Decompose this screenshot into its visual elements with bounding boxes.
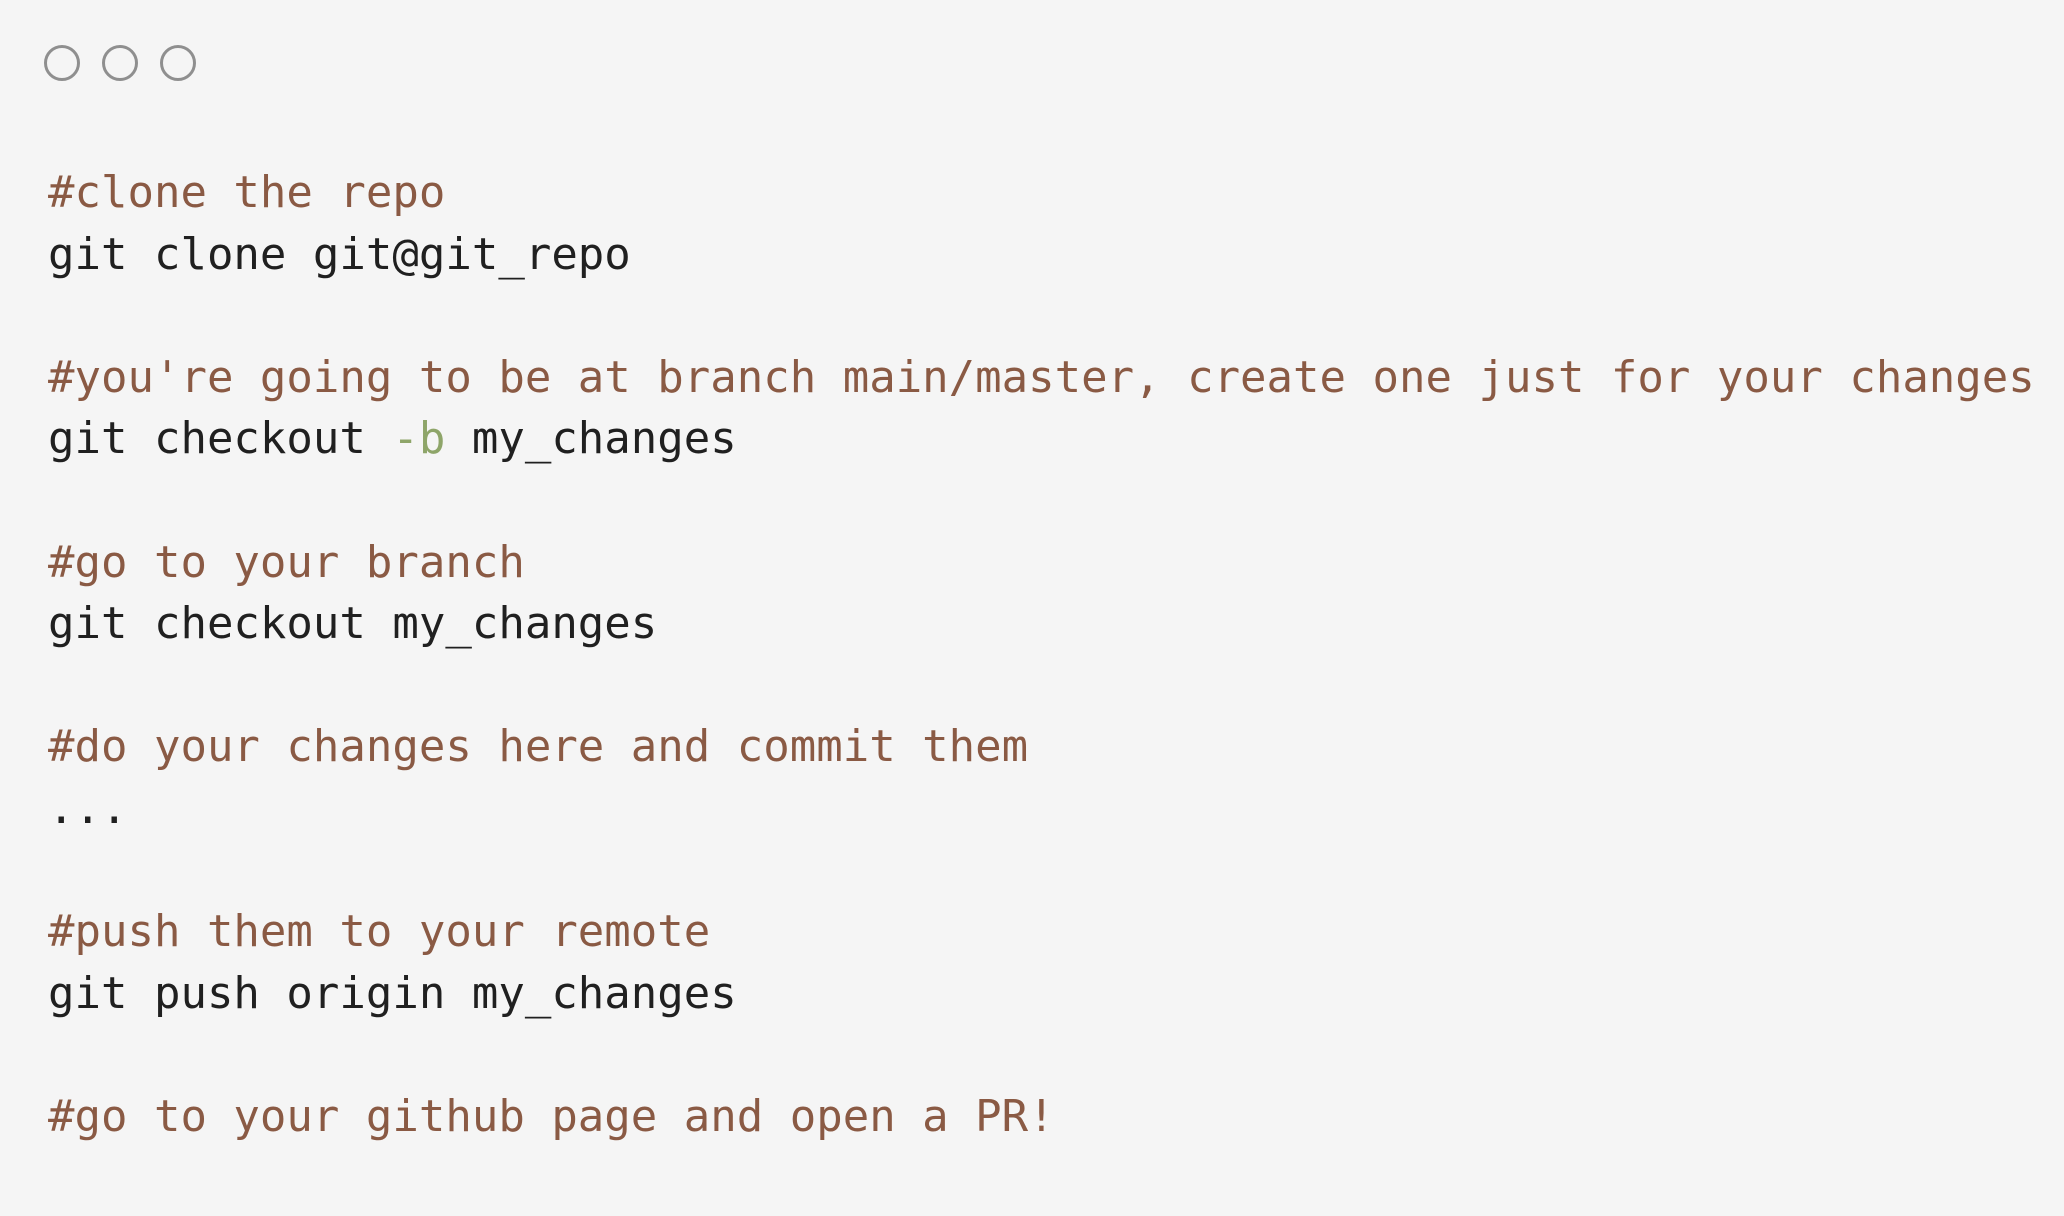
circle-outline-icon[interactable] bbox=[160, 45, 196, 81]
code-comment-line: #you're going to be at branch main/maste… bbox=[48, 347, 2035, 409]
circle-outline-icon[interactable] bbox=[44, 45, 80, 81]
code-comment: #clone the repo bbox=[48, 167, 446, 218]
code-flag: -b bbox=[392, 413, 446, 465]
code-command-line: ... bbox=[48, 778, 2035, 840]
code-command-line: git checkout my_changes bbox=[48, 593, 2035, 655]
code-comment-line: #do your changes here and commit them bbox=[48, 716, 2035, 778]
code-comment: #go to your github page and open a PR! bbox=[48, 1090, 1055, 1142]
code-command-prefix: git checkout bbox=[48, 413, 393, 465]
code-command: ... bbox=[48, 782, 128, 834]
code-command-suffix: my_changes bbox=[445, 413, 737, 465]
code-comment: #do your changes here and commit them bbox=[48, 721, 1029, 773]
code-comment-line: #go to your github page and open a PR! bbox=[48, 1086, 2035, 1148]
code-command: git push origin my_changes bbox=[48, 967, 737, 1019]
circle-outline-icon[interactable] bbox=[102, 45, 138, 81]
code-command-line: git checkout -b my_changes bbox=[48, 408, 2035, 470]
code-comment: #go to your branch bbox=[48, 536, 525, 588]
code-comment: #you're going to be at branch main/maste… bbox=[48, 351, 2035, 403]
code-command-line: git push origin my_changes bbox=[48, 963, 2035, 1025]
code-command-line: git clone git@git_repo bbox=[48, 224, 2035, 286]
code-comment: #push them to your remote bbox=[48, 906, 711, 958]
code-command: git checkout my_changes bbox=[48, 598, 658, 650]
code-window: #clone the repo git clone git@git_repo #yo… bbox=[0, 0, 2064, 1216]
code-block: #clone the repo git clone git@git_repo #yo… bbox=[48, 162, 2035, 1148]
code-command: git clone git@git_repo bbox=[48, 228, 631, 280]
code-comment-line: #go to your branch bbox=[48, 532, 2035, 594]
code-comment-line: #push them to your remote bbox=[48, 901, 2035, 963]
window-controls bbox=[44, 45, 196, 81]
code-comment-line: #clone the repo bbox=[48, 162, 2035, 224]
